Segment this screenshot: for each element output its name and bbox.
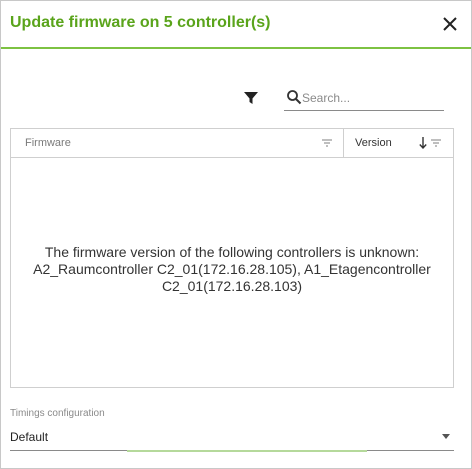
dialog-title: Update firmware on 5 controller(s): [10, 14, 271, 31]
column-label-version: Version: [355, 137, 392, 149]
search-icon: [287, 90, 302, 105]
column-label-firmware: Firmware: [25, 137, 71, 149]
column-header-version[interactable]: Version: [345, 129, 453, 158]
column-menu-icon[interactable]: [431, 139, 441, 147]
timings-selected-value: Default: [10, 430, 49, 444]
filter-button[interactable]: [242, 89, 260, 107]
timings-configuration-label: Timings configuration: [10, 408, 105, 419]
timings-configuration-select[interactable]: Default: [10, 425, 454, 451]
close-icon: [443, 17, 457, 31]
message-line: The firmware version of the following co…: [44, 244, 420, 260]
message-line: C2_01(172.16.28.103): [161, 278, 303, 294]
firmware-grid: Firmware Version The firmware version of…: [10, 128, 454, 388]
close-button[interactable]: [439, 13, 461, 35]
column-header-firmware[interactable]: Firmware: [11, 129, 344, 158]
sort-descending-icon: [419, 137, 427, 149]
column-menu-icon[interactable]: [322, 139, 332, 147]
search-input[interactable]: [302, 88, 442, 108]
grid-header: Firmware Version: [11, 129, 453, 158]
dialog-header: Update firmware on 5 controller(s): [1, 1, 471, 49]
select-focus-indicator: [127, 450, 367, 452]
unknown-firmware-message: The firmware version of the following co…: [11, 244, 453, 295]
update-firmware-dialog: Update firmware on 5 controller(s) Firmw…: [0, 0, 472, 469]
chevron-down-icon: [442, 434, 450, 439]
search-field[interactable]: [284, 87, 444, 111]
message-line: A2_Raumcontroller C2_01(172.16.28.105), …: [33, 261, 431, 277]
filter-icon: [244, 92, 258, 104]
